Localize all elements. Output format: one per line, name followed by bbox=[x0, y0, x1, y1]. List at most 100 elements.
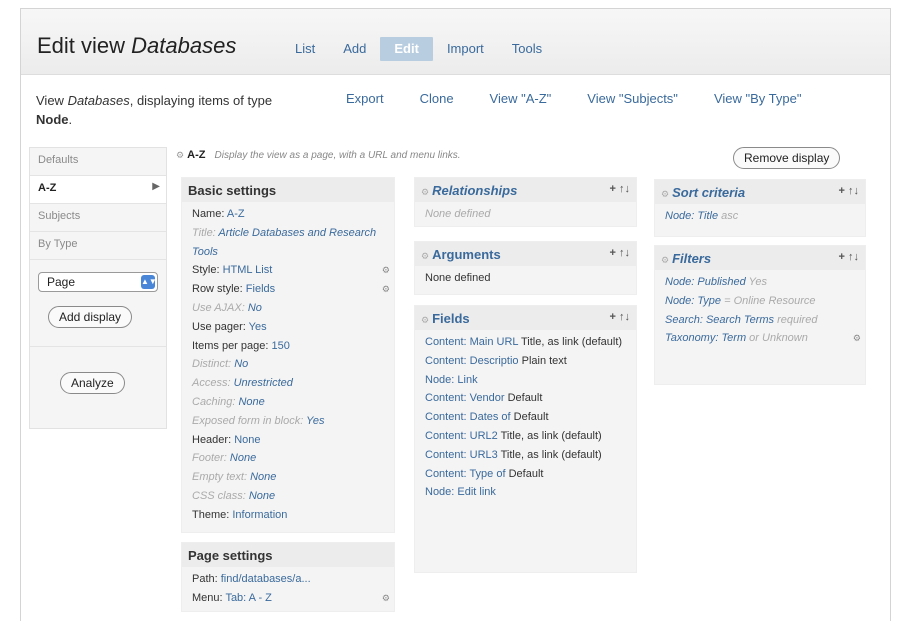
arguments-controls: + ↑↓ bbox=[610, 247, 631, 259]
rearrange-fields-icon[interactable]: ↑↓ bbox=[619, 311, 630, 323]
rearrange-relationships-icon[interactable]: ↑↓ bbox=[619, 183, 630, 195]
tab-tools[interactable]: Tools bbox=[498, 37, 556, 61]
sort-controls: + ↑↓ bbox=[839, 185, 860, 197]
setting-use-pager[interactable]: Use pager: Yes bbox=[192, 318, 384, 337]
row-style-gear-icon[interactable]: ⚙ bbox=[382, 280, 390, 299]
relationships-panel: ⚙ Relationships + ↑↓ None defined bbox=[414, 177, 637, 227]
display-type-select[interactable]: Page ▲▼ bbox=[38, 272, 158, 292]
add-relationship-icon[interactable]: + bbox=[610, 183, 616, 195]
filters-heading: ⚙ Filters + ↑↓ bbox=[655, 246, 865, 270]
relationships-heading: ⚙ Relationships + ↑↓ bbox=[415, 178, 636, 202]
tab-import[interactable]: Import bbox=[433, 37, 498, 61]
view-bytype-link[interactable]: View "By Type" bbox=[714, 91, 802, 106]
field-url2[interactable]: Content: URL2 Title, as link (default) bbox=[425, 427, 626, 446]
setting-row-style[interactable]: Row style: Fields ⚙ bbox=[192, 280, 390, 299]
setting-empty-text[interactable]: Empty text: None bbox=[192, 468, 384, 487]
rail-item-defaults[interactable]: Defaults bbox=[30, 148, 166, 176]
style-gear-icon[interactable]: ⚙ bbox=[382, 261, 390, 280]
basic-settings-panel: Basic settings Name: A-Z Title: Article … bbox=[181, 177, 395, 533]
gear-icon[interactable]: ⚙ bbox=[176, 150, 184, 160]
sort-gear-icon[interactable]: ⚙ bbox=[661, 189, 669, 199]
setting-path[interactable]: Path: find/databases/a... bbox=[192, 570, 384, 589]
relationships-gear-icon[interactable]: ⚙ bbox=[421, 187, 429, 197]
taxonomy-gear-icon[interactable]: ⚙ bbox=[853, 329, 861, 348]
add-filter-icon[interactable]: + bbox=[839, 251, 845, 263]
basic-settings-heading: Basic settings bbox=[182, 178, 394, 202]
display-hint: Display the view as a page, with a URL a… bbox=[214, 150, 461, 161]
setting-footer[interactable]: Footer: None bbox=[192, 449, 384, 468]
filter-taxonomy-term[interactable]: Taxonomy: Term or Unknown ⚙ bbox=[665, 329, 861, 348]
rearrange-sort-icon[interactable]: ↑↓ bbox=[848, 185, 859, 197]
rearrange-arguments-icon[interactable]: ↑↓ bbox=[619, 247, 630, 259]
add-field-icon[interactable]: + bbox=[610, 311, 616, 323]
page-title: Edit view Databases bbox=[37, 33, 237, 58]
setting-exposed-form[interactable]: Exposed form in block: Yes bbox=[192, 412, 384, 431]
setting-access[interactable]: Access: Unrestricted bbox=[192, 374, 384, 393]
analyze-button[interactable]: Analyze bbox=[60, 372, 125, 394]
filter-published[interactable]: Node: Published Yes bbox=[665, 273, 855, 292]
rail-item-subjects[interactable]: Subjects bbox=[30, 204, 166, 232]
setting-header[interactable]: Header: None bbox=[192, 431, 384, 450]
field-edit-link[interactable]: Node: Edit link bbox=[425, 483, 626, 502]
clone-link[interactable]: Clone bbox=[420, 91, 454, 106]
add-display-box: Page ▲▼ Add display bbox=[30, 260, 166, 347]
field-description[interactable]: Content: Descriptio Plain text bbox=[425, 352, 626, 371]
primary-tabs: List Add Edit Import Tools bbox=[281, 37, 556, 61]
sort-node-title[interactable]: Node: Title asc bbox=[665, 207, 855, 226]
filter-type[interactable]: Node: Type = Online Resource bbox=[665, 292, 855, 311]
tab-edit[interactable]: Edit bbox=[380, 37, 433, 61]
fields-panel: ⚙ Fields + ↑↓ Content: Main URL Title, as … bbox=[414, 305, 637, 573]
menu-gear-icon[interactable]: ⚙ bbox=[382, 589, 390, 608]
tab-add[interactable]: Add bbox=[329, 37, 380, 61]
relationships-empty: None defined bbox=[425, 208, 491, 220]
view-actions: Export Clone View "A-Z" View "Subjects" … bbox=[346, 91, 801, 106]
arguments-gear-icon[interactable]: ⚙ bbox=[421, 251, 429, 261]
analyze-box: Analyze bbox=[30, 347, 166, 394]
display-rail: Defaults A-Z ▶ Subjects By Type Page ▲▼ Ad… bbox=[29, 147, 167, 429]
filters-controls: + ↑↓ bbox=[839, 251, 860, 263]
page-settings-heading: Page settings bbox=[182, 543, 394, 567]
rail-item-az[interactable]: A-Z ▶ bbox=[30, 176, 166, 204]
field-type-of[interactable]: Content: Type of Default bbox=[425, 465, 626, 484]
fields-gear-icon[interactable]: ⚙ bbox=[421, 315, 429, 325]
remove-display-button[interactable]: Remove display bbox=[733, 147, 841, 169]
sort-criteria-panel: ⚙ Sort criteria + ↑↓ Node: Title asc bbox=[654, 179, 866, 237]
setting-style[interactable]: Style: HTML List ⚙ bbox=[192, 261, 390, 280]
display-name: A-Z bbox=[187, 149, 206, 161]
setting-name[interactable]: Name: A-Z bbox=[192, 205, 384, 224]
field-main-url[interactable]: Content: Main URL Title, as link (defaul… bbox=[425, 333, 626, 352]
filter-search-terms[interactable]: Search: Search Terms required bbox=[665, 311, 855, 330]
setting-distinct[interactable]: Distinct: No bbox=[192, 355, 384, 374]
sort-criteria-heading: ⚙ Sort criteria + ↑↓ bbox=[655, 180, 865, 204]
setting-title[interactable]: Title: Article Databases and Research To… bbox=[192, 224, 384, 262]
view-subjects-link[interactable]: View "Subjects" bbox=[587, 91, 678, 106]
setting-items-per-page[interactable]: Items per page: 150 bbox=[192, 337, 384, 356]
export-link[interactable]: Export bbox=[346, 91, 384, 106]
relationships-controls: + ↑↓ bbox=[610, 183, 631, 195]
filters-panel: ⚙ Filters + ↑↓ Node: Published Yes Node: T… bbox=[654, 245, 866, 385]
setting-menu[interactable]: Menu: Tab: A - Z ⚙ bbox=[192, 589, 390, 608]
view-editor: Edit view Databases List Add Edit Import… bbox=[20, 8, 891, 621]
field-dates-of[interactable]: Content: Dates of Default bbox=[425, 408, 626, 427]
view-az-link[interactable]: View "A-Z" bbox=[490, 91, 552, 106]
filters-gear-icon[interactable]: ⚙ bbox=[661, 255, 669, 265]
setting-caching[interactable]: Caching: None bbox=[192, 393, 384, 412]
arguments-heading: ⚙ Arguments + ↑↓ bbox=[415, 242, 636, 266]
chevron-right-icon: ▶ bbox=[152, 181, 160, 192]
field-node-link[interactable]: Node: Link bbox=[425, 371, 626, 390]
arguments-empty: None defined bbox=[425, 272, 491, 284]
add-display-button[interactable]: Add display bbox=[48, 306, 133, 328]
setting-theme[interactable]: Theme: Information bbox=[192, 506, 384, 525]
add-sort-icon[interactable]: + bbox=[839, 185, 845, 197]
add-argument-icon[interactable]: + bbox=[610, 247, 616, 259]
arguments-panel: ⚙ Arguments + ↑↓ None defined bbox=[414, 241, 637, 295]
field-url3[interactable]: Content: URL3 Title, as link (default) bbox=[425, 446, 626, 465]
setting-css-class[interactable]: CSS class: None bbox=[192, 487, 384, 506]
fields-controls: + ↑↓ bbox=[610, 311, 631, 323]
rearrange-filters-icon[interactable]: ↑↓ bbox=[848, 251, 859, 263]
field-vendor[interactable]: Content: Vendor Default bbox=[425, 389, 626, 408]
page-header: Edit view Databases List Add Edit Import… bbox=[21, 9, 890, 75]
tab-list[interactable]: List bbox=[281, 37, 329, 61]
rail-item-bytype[interactable]: By Type bbox=[30, 232, 166, 260]
setting-use-ajax[interactable]: Use AJAX: No bbox=[192, 299, 384, 318]
